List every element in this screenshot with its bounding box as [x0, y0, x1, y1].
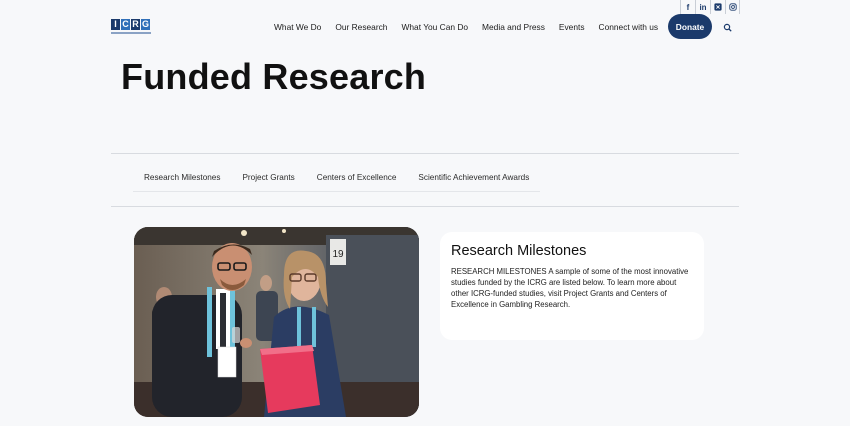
- linkedin-icon[interactable]: in: [695, 0, 710, 14]
- donate-button[interactable]: Donate: [668, 14, 712, 39]
- instagram-glyph: [728, 3, 737, 11]
- logo-letter-g: G: [141, 19, 150, 30]
- search-icon[interactable]: [722, 21, 734, 33]
- nav-item-media-and-press[interactable]: Media and Press: [475, 22, 552, 32]
- research-subnav: Research Milestones Project Grants Cente…: [133, 164, 541, 192]
- nav-item-our-research[interactable]: Our Research: [328, 22, 394, 32]
- linkedin-label: in: [699, 2, 707, 12]
- card-body: RESEARCH MILESTONES A sample of some of …: [451, 267, 689, 309]
- subnav-item-research-milestones[interactable]: Research Milestones: [133, 164, 232, 192]
- logo-tagline-bar: [111, 32, 151, 34]
- card-title: Research Milestones: [451, 243, 587, 259]
- logo-letter-c: C: [121, 19, 130, 30]
- subnav-divider-top: [111, 153, 739, 154]
- page-title: Funded Research: [121, 56, 427, 97]
- subnav-item-scientific-achievement-awards[interactable]: Scientific Achievement Awards: [407, 164, 541, 192]
- research-milestones-card: Research Milestones RESEARCH MILESTONES …: [440, 232, 704, 340]
- subnav-item-project-grants[interactable]: Project Grants: [231, 164, 306, 192]
- main-nav: What We Do Our Research What You Can Do …: [267, 14, 665, 40]
- site-header: I C R G What We Do Our Research What You…: [0, 14, 850, 40]
- nav-item-connect[interactable]: Connect with us: [592, 22, 666, 32]
- nav-item-what-you-can-do[interactable]: What You Can Do: [394, 22, 475, 32]
- subnav-item-centers-of-excellence[interactable]: Centers of Excellence: [305, 164, 408, 192]
- subnav-divider-bottom: [111, 206, 739, 207]
- nav-item-what-we-do[interactable]: What We Do: [267, 22, 328, 32]
- logo-letters: I C R G: [111, 19, 151, 30]
- facebook-label: f: [686, 2, 690, 12]
- logo-letter-r: R: [131, 19, 140, 30]
- x-glyph: [714, 3, 722, 11]
- x-icon[interactable]: [710, 0, 725, 14]
- instagram-icon[interactable]: [725, 0, 740, 14]
- conference-photo: 19: [134, 227, 419, 417]
- logo-letter-i: I: [111, 19, 120, 30]
- booth-number: 19: [332, 249, 344, 260]
- nav-item-events[interactable]: Events: [552, 22, 592, 32]
- social-links: f in: [680, 0, 740, 14]
- facebook-icon[interactable]: f: [680, 0, 695, 14]
- icrg-logo[interactable]: I C R G: [111, 19, 151, 35]
